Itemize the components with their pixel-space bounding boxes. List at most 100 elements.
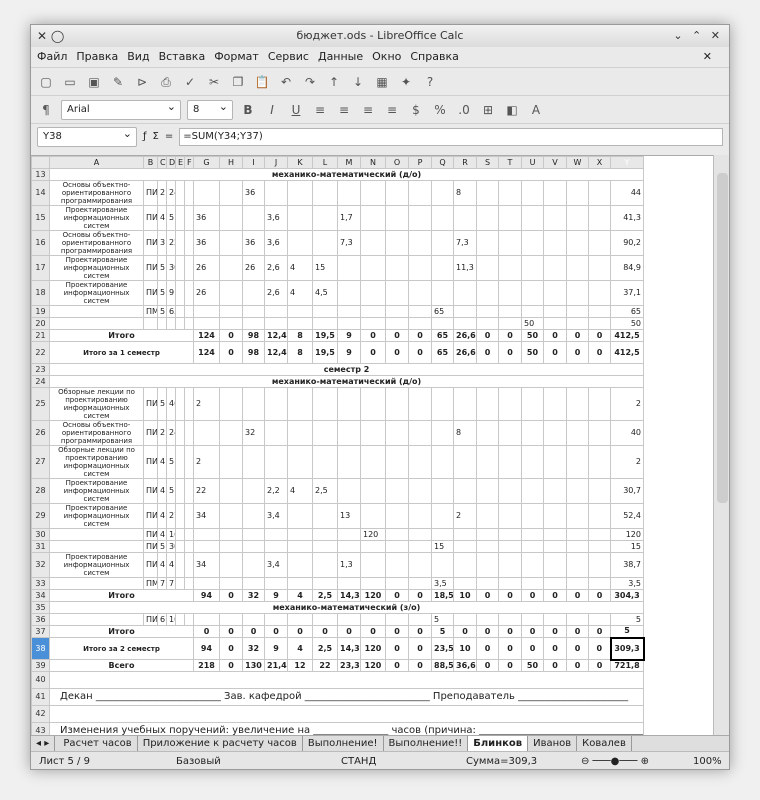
table-cell[interactable]: 120 [610, 528, 644, 541]
table-cell[interactable]: 36 [193, 205, 220, 231]
table-cell[interactable]: ПИЭ [143, 255, 158, 281]
column-header[interactable]: S [476, 156, 499, 169]
menu-view[interactable]: Вид [127, 50, 149, 63]
table-cell[interactable] [175, 280, 185, 306]
table-cell[interactable] [193, 305, 220, 318]
select-all-corner[interactable] [31, 156, 50, 169]
table-cell[interactable]: 26 [193, 255, 220, 281]
table-cell[interactable] [498, 577, 522, 590]
table-cell[interactable]: 88,5 [431, 659, 454, 672]
table-cell[interactable]: 7,3 [337, 230, 361, 256]
cut-icon[interactable]: ✂ [205, 73, 223, 91]
table-cell[interactable]: 4 [287, 637, 313, 660]
table-cell[interactable] [337, 478, 361, 504]
table-cell[interactable]: 0 [543, 589, 567, 602]
table-cell[interactable] [476, 305, 499, 318]
table-cell[interactable] [360, 503, 386, 529]
table-cell[interactable]: 46 [166, 387, 176, 421]
table-cell[interactable] [521, 230, 544, 256]
table-cell[interactable] [566, 552, 589, 578]
table-cell[interactable]: ПИЮ [143, 280, 158, 306]
table-cell[interactable]: 0 [408, 589, 432, 602]
table-cell[interactable] [521, 577, 544, 590]
table-cell[interactable] [157, 317, 167, 330]
row-header[interactable]: 39 [31, 659, 50, 672]
sheet-tab[interactable]: Выполнение!! [384, 736, 469, 751]
table-cell[interactable] [242, 478, 265, 504]
table-cell[interactable] [588, 540, 611, 553]
table-cell[interactable]: 0 [337, 625, 361, 638]
table-cell[interactable]: 0 [498, 341, 522, 364]
table-cell[interactable] [337, 445, 361, 479]
table-cell[interactable] [431, 387, 454, 421]
column-header[interactable]: U [521, 156, 544, 169]
table-cell[interactable]: 22 [166, 230, 176, 256]
table-cell[interactable]: 2 [157, 180, 167, 206]
table-cell[interactable]: 4 [157, 205, 167, 231]
table-cell[interactable]: 10 [453, 637, 477, 660]
table-cell[interactable] [337, 577, 361, 590]
table-cell[interactable]: 2 [453, 503, 477, 529]
cell-table[interactable]: A B C D E F G H I J K L M N O P Q R S T U V W X Y 13 механико-мате… [31, 156, 645, 735]
table-cell[interactable] [264, 305, 288, 318]
column-header[interactable]: D [166, 156, 176, 169]
table-cell[interactable] [543, 577, 567, 590]
table-cell[interactable] [337, 255, 361, 281]
table-cell[interactable] [566, 613, 589, 626]
table-cell[interactable]: 0 [498, 625, 522, 638]
table-cell[interactable] [312, 205, 338, 231]
table-cell[interactable] [408, 230, 432, 256]
table-cell[interactable]: 44 [610, 180, 644, 206]
table-cell[interactable]: 36 [242, 180, 265, 206]
table-cell[interactable]: 27 [166, 503, 176, 529]
table-cell[interactable]: 0 [385, 659, 409, 672]
table-cell[interactable] [184, 305, 194, 318]
table-cell[interactable] [588, 552, 611, 578]
table-cell[interactable] [521, 387, 544, 421]
table-cell[interactable] [408, 552, 432, 578]
table-cell[interactable] [566, 230, 589, 256]
table-cell[interactable]: 0 [588, 637, 611, 660]
row-header[interactable]: 30 [31, 528, 50, 541]
table-cell[interactable] [588, 420, 611, 446]
table-cell[interactable] [219, 255, 243, 281]
table-cell[interactable] [385, 552, 409, 578]
table-cell[interactable] [219, 503, 243, 529]
table-cell[interactable] [385, 577, 409, 590]
table-cell[interactable] [360, 552, 386, 578]
table-cell[interactable] [588, 230, 611, 256]
table-cell[interactable] [287, 317, 313, 330]
paste-icon[interactable]: 📋 [253, 73, 271, 91]
table-cell[interactable]: 0 [360, 341, 386, 364]
table-cell[interactable]: 8 [453, 180, 477, 206]
table-cell[interactable] [175, 540, 185, 553]
table-cell[interactable]: 0 [566, 659, 589, 672]
table-cell[interactable] [175, 205, 185, 231]
table-cell[interactable]: 0 [453, 625, 477, 638]
table-cell[interactable]: 65 [431, 305, 454, 318]
table-cell[interactable] [264, 445, 288, 479]
table-cell[interactable] [566, 180, 589, 206]
row-header[interactable]: 15 [31, 205, 50, 231]
table-cell[interactable] [360, 577, 386, 590]
table-cell[interactable]: 2,5 [312, 478, 338, 504]
table-cell[interactable] [453, 205, 477, 231]
table-cell[interactable] [287, 445, 313, 479]
bold-icon[interactable]: B [239, 101, 257, 119]
table-cell[interactable] [337, 540, 361, 553]
table-cell[interactable]: 5 [431, 613, 454, 626]
table-cell[interactable] [588, 613, 611, 626]
table-cell[interactable] [184, 478, 194, 504]
table-cell[interactable]: 5 [431, 625, 454, 638]
table-cell[interactable] [264, 180, 288, 206]
table-cell[interactable]: ПИб [143, 205, 158, 231]
chart-icon[interactable]: ▦ [373, 73, 391, 91]
table-cell[interactable] [287, 613, 313, 626]
row-header[interactable]: 43 [31, 722, 50, 735]
table-cell[interactable] [360, 387, 386, 421]
table-cell[interactable] [242, 305, 265, 318]
table-cell[interactable]: 5 [157, 280, 167, 306]
table-cell[interactable] [312, 305, 338, 318]
table-cell[interactable] [385, 528, 409, 541]
table-cell[interactable]: 120 [360, 659, 386, 672]
